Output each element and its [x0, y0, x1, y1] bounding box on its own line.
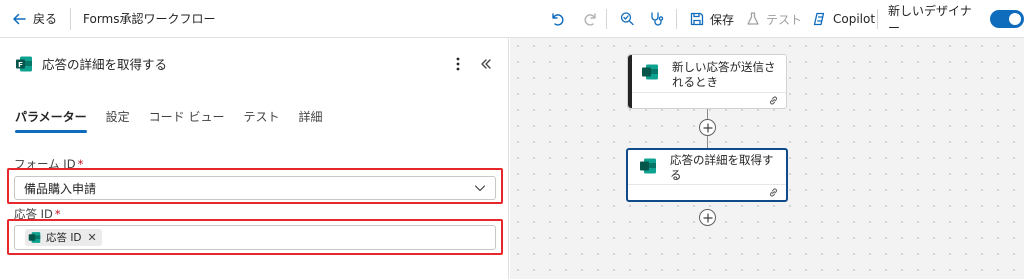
arrow-left-icon: [13, 13, 26, 24]
node-title: 新しい応答が送信されるとき: [672, 60, 776, 89]
trigger-node[interactable]: 新しい応答が送信されるとき: [627, 54, 787, 109]
tab-about[interactable]: 詳細: [299, 108, 323, 133]
flow-canvas[interactable]: 新しい応答が送信されるとき 応答の詳細を取得する: [510, 38, 1024, 279]
redo-icon: [584, 13, 596, 26]
link-icon: [769, 188, 778, 197]
back-label: 戻る: [33, 12, 58, 26]
more-button[interactable]: [446, 52, 470, 76]
diagnostics-button[interactable]: [649, 0, 665, 38]
test-button[interactable]: テスト: [745, 0, 802, 38]
back-button[interactable]: 戻る: [11, 4, 57, 34]
forms-icon: F: [16, 56, 32, 71]
annotation-box-2: [7, 219, 503, 255]
tab-testing[interactable]: テスト: [243, 108, 279, 133]
panel-tabs: パラメーター 設定 コード ビュー テスト 詳細: [15, 108, 342, 133]
flow-checker-button[interactable]: [619, 0, 635, 38]
tab-code-view[interactable]: コード ビュー: [149, 108, 225, 133]
node-footer: [628, 184, 786, 200]
node-title: 応答の詳細を取得する: [670, 153, 774, 182]
toggle-switch[interactable]: [990, 10, 1024, 28]
redo-button[interactable]: [583, 0, 599, 38]
tab-settings[interactable]: 設定: [106, 108, 130, 133]
link-icon: [769, 96, 778, 105]
annotation-box-1: [7, 168, 503, 204]
test-label: テスト: [766, 12, 803, 27]
get-response-details-node[interactable]: 応答の詳細を取得する: [626, 148, 788, 202]
copilot-label: Copilot: [833, 12, 876, 26]
panel-header: F 応答の詳細を取得する: [15, 54, 167, 73]
connector-line: [707, 136, 708, 148]
forms-icon: [640, 158, 656, 174]
add-step-button[interactable]: [699, 209, 716, 226]
save-icon: [690, 12, 704, 26]
panel-title: 応答の詳細を取得する: [42, 57, 168, 72]
toolbar-divider: [70, 7, 72, 30]
svg-text:F: F: [18, 61, 23, 69]
plus-icon: [702, 122, 713, 133]
flow-title[interactable]: Forms承認ワークフロー: [83, 10, 215, 27]
toggle-knob: [1009, 13, 1021, 25]
new-designer-label: 新しいデザイナー: [888, 4, 972, 35]
forms-icon: [642, 64, 658, 80]
add-step-button[interactable]: [699, 119, 716, 136]
save-button[interactable]: 保存: [689, 0, 734, 38]
more-vertical-icon: [456, 57, 460, 71]
plus-icon: [702, 212, 713, 223]
flask-icon: [747, 12, 759, 25]
save-label: 保存: [710, 12, 735, 27]
tab-parameters[interactable]: パラメーター: [15, 108, 87, 133]
new-designer-toggle[interactable]: 新しいデザイナー: [888, 0, 1024, 38]
collapse-panel-button[interactable]: [474, 52, 498, 76]
double-chevron-left-icon: [481, 59, 491, 69]
flow-checker-icon: [620, 12, 634, 26]
node-footer: [632, 92, 786, 108]
copilot-button[interactable]: Copilot: [812, 0, 875, 38]
copilot-icon: [813, 12, 825, 26]
undo-button[interactable]: [549, 0, 565, 38]
undo-icon: [552, 13, 564, 26]
stethoscope-icon: [651, 12, 664, 26]
